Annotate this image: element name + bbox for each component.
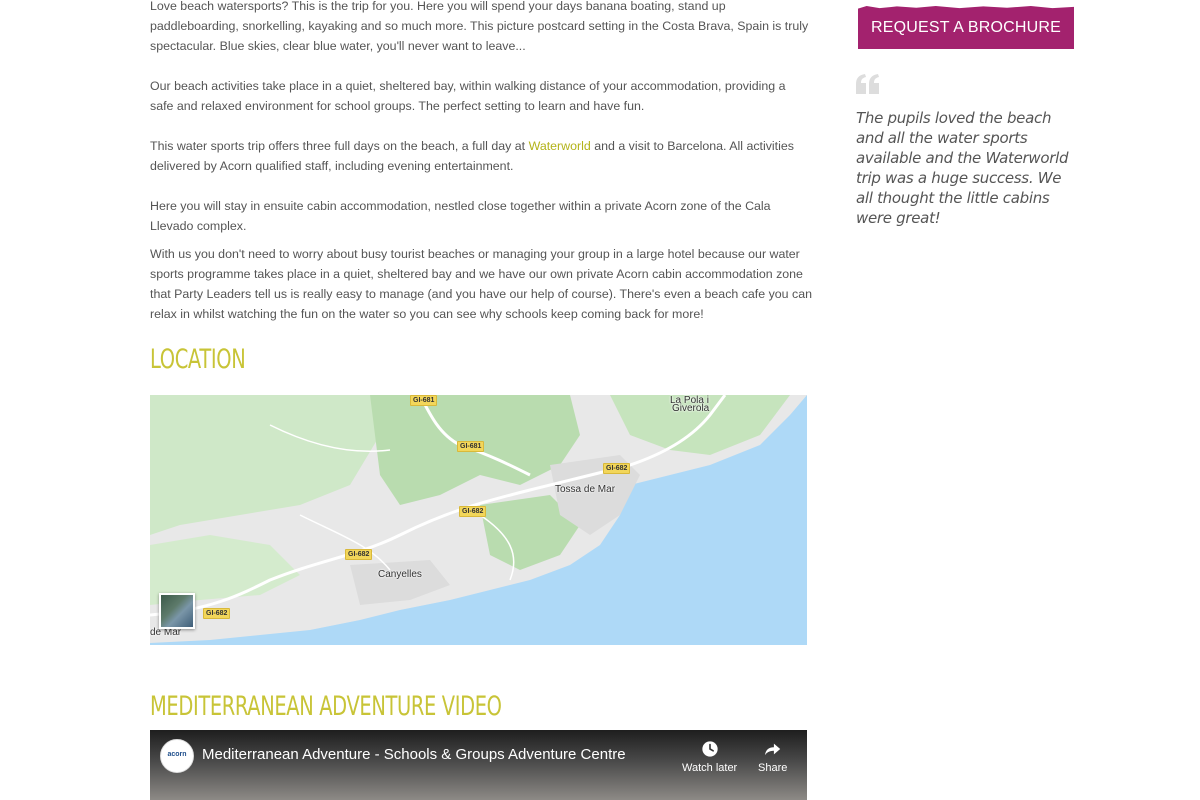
watch-later-label: Watch later xyxy=(682,762,738,774)
intro-paragraph: Love beach watersports? This is the trip… xyxy=(150,0,809,53)
road-shield-gi682-center: GI-682 xyxy=(459,506,487,517)
video-title[interactable]: Mediterranean Adventure - Schools & Grou… xyxy=(202,746,626,763)
request-brochure-button[interactable]: REQUEST A BROCHURE xyxy=(858,6,1074,49)
map-place-canyelles: Canyelles xyxy=(378,569,422,580)
trip-overview-paragraph: This water sports trip offers three full… xyxy=(150,136,812,176)
youtube-video-embed[interactable]: acorn Mediterranean Adventure - Schools … xyxy=(150,730,807,800)
video-heading: Mediterranean Adventure Video xyxy=(150,691,502,722)
road-shield-gi682-west: GI-682 xyxy=(345,549,373,560)
share-button[interactable]: Share xyxy=(758,740,787,774)
road-shield-gi682-lloret: GI-682 xyxy=(203,608,231,619)
map-place-tossa: Tossa de Mar xyxy=(555,484,616,495)
waterworld-link[interactable]: Waterworld xyxy=(529,139,591,153)
satellite-toggle-thumbnail[interactable] xyxy=(159,593,195,629)
accommodation-paragraph: Here you will stay in ensuite cabin acco… xyxy=(150,199,771,233)
channel-logo[interactable]: acorn xyxy=(160,739,194,773)
trip-overview-text-start: This water sports trip offers three full… xyxy=(150,139,529,153)
location-heading: Location xyxy=(150,344,246,375)
beach-activities-paragraph: Our beach activities take place in a qui… xyxy=(150,79,786,113)
clock-icon xyxy=(701,741,718,757)
group-management-paragraph: With us you don't need to worry about bu… xyxy=(150,247,812,321)
road-shield-gi682-tossa: GI-682 xyxy=(603,463,631,474)
share-arrow-icon xyxy=(764,743,780,756)
quote-icon xyxy=(856,74,879,94)
location-map[interactable]: GI-681 GI-681 GI-682 GI-682 GI-682 GI-68… xyxy=(150,395,807,645)
share-label: Share xyxy=(758,762,788,774)
road-shield-gi681-top: GI-681 xyxy=(410,395,438,406)
testimonial-quote: The pupils loved the beach and all the w… xyxy=(856,109,1069,227)
watch-later-button[interactable]: Watch later xyxy=(682,740,737,774)
map-canvas xyxy=(150,395,807,643)
map-place-giverola-line2: Giverola xyxy=(672,403,710,414)
road-shield-gi681: GI-681 xyxy=(457,441,485,452)
